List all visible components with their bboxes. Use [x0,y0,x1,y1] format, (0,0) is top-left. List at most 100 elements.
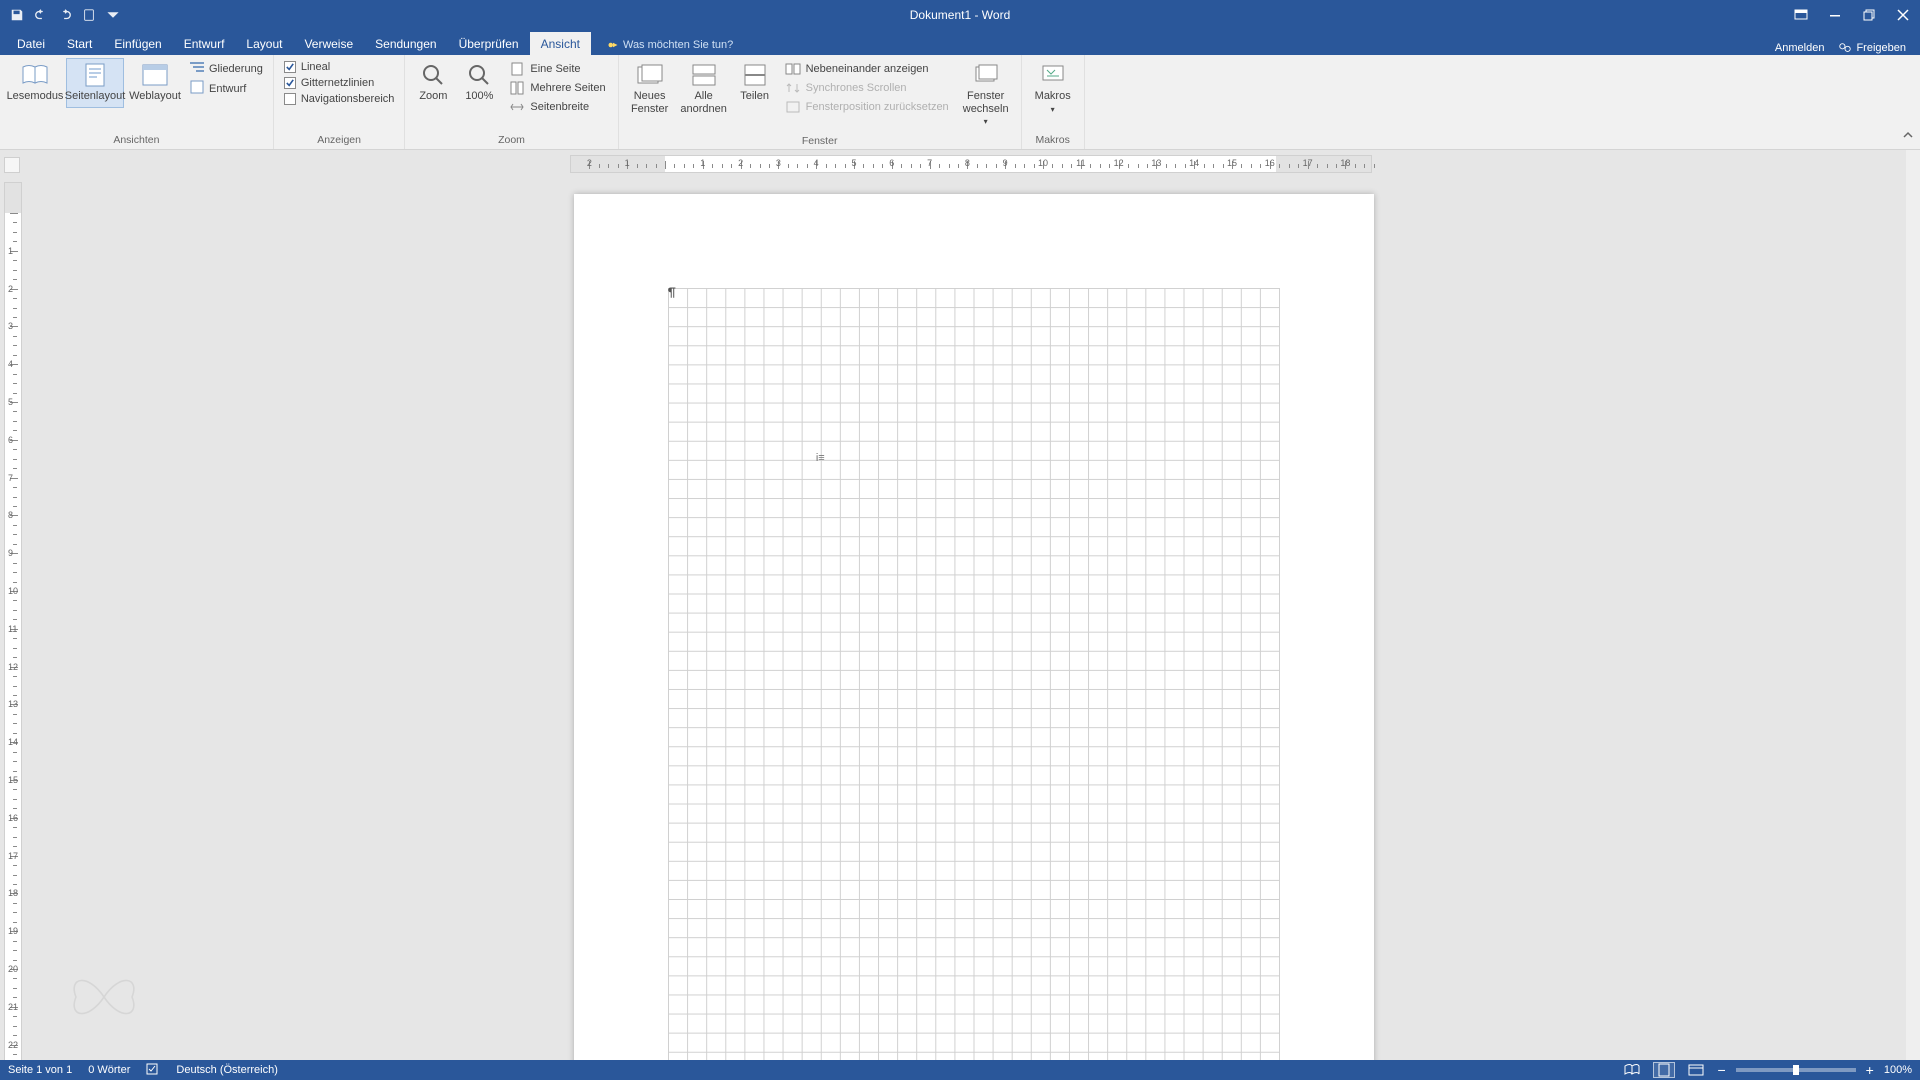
book-icon [19,63,51,87]
navigation-pane-checkbox[interactable]: Navigationsbereich [284,93,395,105]
ribbon-display-button[interactable] [1784,0,1818,30]
web-layout-button[interactable]: Weblayout [126,58,184,108]
signin-link[interactable]: Anmelden [1775,42,1825,54]
status-bar: Seite 1 von 1 0 Wörter Deutsch (Österrei… [0,1060,1920,1080]
sync-scroll-button[interactable]: Synchrones Scrollen [783,80,951,96]
outline-icon [190,61,204,76]
group-show: Lineal Gitternetzlinien Navigationsberei… [274,55,406,149]
switch-windows-icon [970,63,1002,87]
group-window: Neues Fenster Alle anordnen Teilen Neben… [619,55,1022,149]
share-button[interactable]: Freigeben [1838,41,1906,55]
page-width-icon [509,100,525,114]
one-page-icon [509,62,525,76]
tab-draw[interactable]: Entwurf [173,32,236,55]
hundred-icon [463,63,495,87]
sync-scroll-icon [785,81,801,95]
group-label-views: Ansichten [6,132,267,149]
zoom-in-button[interactable]: + [1866,1062,1874,1078]
ruler-checkbox[interactable]: Lineal [284,61,395,73]
tell-me-placeholder: Was möchten Sie tun? [623,39,733,51]
save-button[interactable] [6,4,28,26]
split-button[interactable]: Teilen [733,58,777,108]
page-icon [79,63,111,87]
ribbon-tabs: Datei Start Einfügen Entwurf Layout Verw… [0,30,1920,55]
macros-button[interactable]: Makros▾ [1028,58,1078,120]
arrange-icon [688,63,720,87]
word-count[interactable]: 0 Wörter [88,1064,130,1076]
zoom-level[interactable]: 100% [1884,1064,1912,1076]
macros-icon [1037,63,1069,87]
vertical-ruler[interactable]: 12345678910111213141516171819202122 [4,182,22,1064]
redo-button[interactable] [54,4,76,26]
group-label-show: Anzeigen [280,132,399,149]
qat-customize-button[interactable] [102,4,124,26]
zoom-100-button[interactable]: 100% [457,58,501,108]
touch-mode-button[interactable] [78,4,100,26]
group-label-window: Fenster [625,133,1015,150]
vertical-scrollbar[interactable] [1906,150,1920,1060]
horizontal-ruler[interactable]: 21123456789101112131415161718 [570,155,1372,173]
share-label: Freigeben [1856,42,1906,54]
reset-window-button[interactable]: Fensterposition zurücksetzen [783,99,951,115]
one-page-button[interactable]: Eine Seite [507,61,607,77]
ruler-corner[interactable] [4,157,20,173]
read-mode-button[interactable]: Lesemodus [6,58,64,108]
multi-page-button[interactable]: Mehrere Seiten [507,80,607,96]
draft-icon [190,80,204,97]
window-controls [1784,0,1920,30]
restore-button[interactable] [1852,0,1886,30]
page[interactable]: ¶ Ꭵ≡ [574,194,1374,1060]
language-status[interactable]: Deutsch (Österreich) [176,1064,277,1076]
text-cursor-icon: Ꭵ≡ [816,452,825,465]
window-title: Dokument1 - Word [910,8,1010,22]
quick-access-toolbar [0,4,124,26]
new-window-button[interactable]: Neues Fenster [625,58,675,120]
multi-page-icon [509,81,525,95]
title-bar: Dokument1 - Word [0,0,1920,30]
split-icon [739,63,771,87]
print-layout-view-button[interactable] [1653,1062,1675,1078]
paragraph-mark: ¶ [668,286,676,301]
tab-layout[interactable]: Layout [235,32,293,55]
outline-button[interactable]: Gliederung [190,61,263,76]
group-zoom: Zoom 100% Eine Seite Mehrere Seiten Seit… [405,55,618,149]
zoom-slider[interactable] [1736,1068,1856,1072]
page-status[interactable]: Seite 1 von 1 [8,1064,72,1076]
tab-insert[interactable]: Einfügen [103,32,172,55]
zoom-button[interactable]: Zoom [411,58,455,108]
tab-mailings[interactable]: Sendungen [364,32,447,55]
switch-windows-button[interactable]: Fenster wechseln ▾ [957,58,1015,133]
tab-references[interactable]: Verweise [293,32,364,55]
web-layout-view-button[interactable] [1685,1062,1707,1078]
read-mode-view-button[interactable] [1621,1062,1643,1078]
tab-start[interactable]: Start [56,32,103,55]
side-by-side-button[interactable]: Nebeneinander anzeigen [783,61,951,77]
close-button[interactable] [1886,0,1920,30]
page-width-button[interactable]: Seitenbreite [507,99,607,115]
tab-view[interactable]: Ansicht [530,32,591,55]
tab-review[interactable]: Überprüfen [448,32,530,55]
account-area: Anmelden Freigeben [1775,41,1920,55]
gridlines [668,288,1280,1060]
group-macros: Makros▾ Makros [1022,55,1085,149]
watermark-icon [64,962,144,1032]
collapse-ribbon-button[interactable] [1902,130,1914,145]
gridlines-checkbox[interactable]: Gitternetzlinien [284,77,395,89]
magnifier-icon [417,63,449,87]
ribbon: Lesemodus Seitenlayout Weblayout Glieder… [0,55,1920,150]
new-window-icon [634,63,666,87]
tell-me-search[interactable]: Was möchten Sie tun? [603,35,737,55]
group-label-macros: Makros [1028,132,1078,149]
group-label-zoom: Zoom [411,132,611,149]
undo-button[interactable] [30,4,52,26]
zoom-out-button[interactable]: − [1717,1062,1725,1078]
proofing-button[interactable] [146,1062,160,1079]
group-views: Lesemodus Seitenlayout Weblayout Glieder… [0,55,274,149]
draft-button[interactable]: Entwurf [190,80,263,97]
print-layout-button[interactable]: Seitenlayout [66,58,124,108]
minimize-button[interactable] [1818,0,1852,30]
reset-window-icon [785,100,801,114]
web-icon [139,63,171,87]
tab-file[interactable]: Datei [6,32,56,55]
arrange-all-button[interactable]: Alle anordnen [677,58,731,120]
